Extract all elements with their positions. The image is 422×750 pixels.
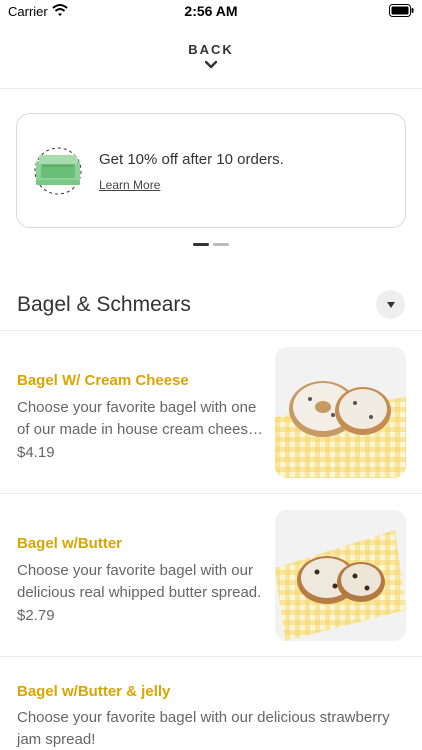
menu-item[interactable]: Bagel w/Butter Choose your favorite bage… (0, 494, 422, 657)
promo-text: Get 10% off after 10 orders. (99, 151, 284, 168)
learn-more-link[interactable]: Learn More (99, 178, 160, 192)
item-price: $2.79 (17, 607, 55, 624)
item-description: Choose your favorite bagel with our deli… (17, 709, 390, 748)
category-header[interactable]: Bagel & Schmears (0, 280, 422, 331)
item-photo (275, 347, 406, 478)
page-dot[interactable] (213, 243, 229, 246)
item-photo (275, 510, 406, 641)
page-indicator (0, 243, 422, 247)
item-price: $4.19 (17, 444, 55, 461)
caret-down-icon (386, 301, 395, 308)
status-bar: Carrier 2:56 AM (0, 0, 422, 24)
battery-icon (389, 4, 414, 17)
menu-item[interactable]: Bagel w/Butter & jelly Choose your favor… (0, 657, 422, 750)
item-name: Bagel w/Butter & jelly (17, 683, 171, 700)
reward-box-icon (34, 147, 82, 195)
item-description: Choose your favorite bagel with our deli… (17, 562, 262, 601)
clock: 2:56 AM (184, 3, 238, 19)
back-bar[interactable]: BACK (0, 24, 422, 89)
collapse-toggle-button[interactable] (376, 290, 405, 319)
category-title: Bagel & Schmears (17, 293, 191, 316)
menu-item[interactable]: Bagel W/ Cream Cheese Choose your favori… (0, 331, 422, 494)
item-name: Bagel W/ Cream Cheese (17, 372, 189, 389)
page-dot-active[interactable] (193, 243, 209, 246)
chevron-down-icon[interactable] (204, 60, 218, 70)
item-name: Bagel w/Butter (17, 535, 123, 552)
back-button[interactable]: BACK (0, 42, 422, 57)
item-description: Choose your favorite bagel with one of o… (17, 399, 257, 438)
loyalty-promo-card[interactable]: Get 10% off after 10 orders. Learn More (16, 113, 406, 228)
